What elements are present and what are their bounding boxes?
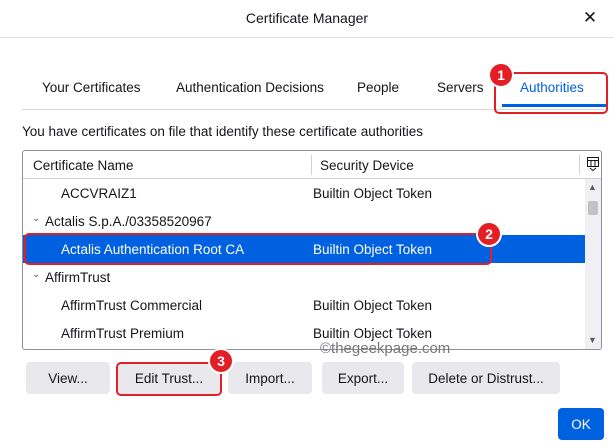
column-certificate-name[interactable]: Certificate Name <box>33 158 134 173</box>
callout-highlight-row <box>24 233 492 265</box>
security-device: Builtin Object Token <box>313 298 433 313</box>
column-separator[interactable] <box>579 155 580 175</box>
certificate-name: AffirmTrust Commercial <box>61 298 203 313</box>
vertical-scrollbar[interactable]: ▲ ▼ <box>585 179 601 349</box>
scroll-up-icon[interactable]: ▲ <box>588 182 597 192</box>
column-security-device[interactable]: Security Device <box>320 158 414 173</box>
callout-badge-2: 2 <box>476 221 502 247</box>
certificate-group-name: AffirmTrust <box>45 270 111 285</box>
tree-row[interactable]: AffirmTrust Commercial Builtin Object To… <box>23 291 585 319</box>
certificate-group-name: Actalis S.p.A./03358520967 <box>45 214 212 229</box>
tab-your-certificates[interactable]: Your Certificates <box>42 80 141 95</box>
window-title: Certificate Manager <box>245 10 369 26</box>
column-separator[interactable] <box>311 155 312 175</box>
view-button[interactable]: View... <box>26 362 110 394</box>
scroll-down-icon[interactable]: ▼ <box>588 335 597 345</box>
certificate-name: ACCVRAIZ1 <box>61 186 137 201</box>
export-button[interactable]: Export... <box>322 362 404 394</box>
column-picker-icon[interactable] <box>587 157 599 171</box>
security-device: Builtin Object Token <box>313 186 433 201</box>
close-icon[interactable]: ✕ <box>580 8 600 28</box>
watermark-text: ©thegeekpage.com <box>320 340 451 357</box>
description-text: You have certificates on file that ident… <box>22 124 423 139</box>
tab-servers[interactable]: Servers <box>437 80 484 95</box>
tab-authentication-decisions[interactable]: Authentication Decisions <box>176 80 324 95</box>
chevron-down-icon[interactable]: ⌄ <box>32 269 40 280</box>
tab-people[interactable]: People <box>357 80 399 95</box>
tree-header: Certificate Name Security Device <box>23 151 601 179</box>
certificate-name: AffirmTrust Premium <box>61 326 185 341</box>
title-bar: Certificate Manager ✕ <box>0 0 614 38</box>
delete-or-distrust-button[interactable]: Delete or Distrust... <box>412 362 560 394</box>
tree-row[interactable]: ACCVRAIZ1 Builtin Object Token <box>23 179 585 207</box>
tree-group-row[interactable]: ⌄ AffirmTrust <box>23 263 585 291</box>
ok-button[interactable]: OK <box>558 408 604 440</box>
tree-row[interactable]: AffirmTrust Premium Builtin Object Token <box>23 319 585 347</box>
callout-badge-1: 1 <box>488 62 514 88</box>
import-button[interactable]: Import... <box>228 362 312 394</box>
callout-badge-3: 3 <box>208 348 234 374</box>
chevron-down-icon[interactable]: ⌄ <box>32 213 40 224</box>
scroll-thumb[interactable] <box>588 201 598 215</box>
security-device: Builtin Object Token <box>313 326 433 341</box>
callout-highlight-edit-trust <box>116 362 222 396</box>
